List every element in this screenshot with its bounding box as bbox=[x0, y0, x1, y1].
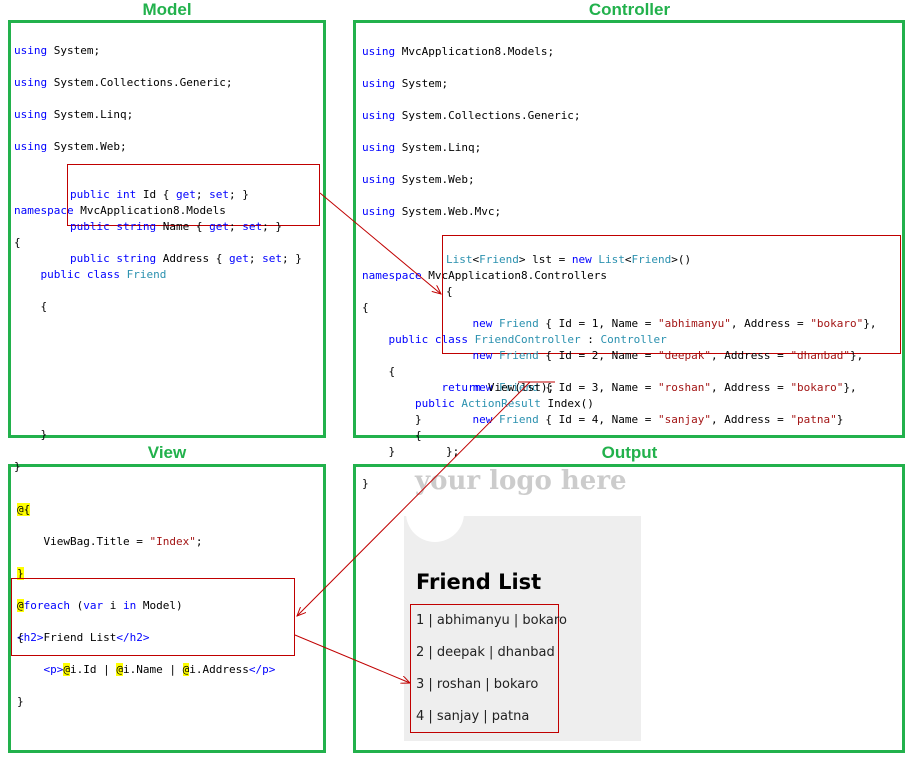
code-line: public string Name { get; set; } bbox=[70, 220, 282, 233]
code-line: using System.Web; bbox=[362, 173, 475, 186]
code-line: } bbox=[362, 445, 396, 458]
code-line: public string Address { get; set; } bbox=[70, 252, 302, 265]
code-line: using System; bbox=[362, 77, 449, 90]
output-heading: Friend List bbox=[416, 570, 542, 594]
code-line: @{ bbox=[17, 503, 31, 516]
code-line: @foreach (var i in Model) bbox=[17, 599, 183, 612]
code-line: <p>@i.Id | @i.Name | @i.Address</p> bbox=[43, 663, 276, 676]
code-line: } bbox=[14, 460, 21, 473]
output-logo-text: your logo here bbox=[415, 466, 627, 496]
code-line: using System.Linq; bbox=[362, 141, 482, 154]
code-line: List<Friend> lst = new List<Friend>() bbox=[446, 253, 692, 266]
code-line: using System.Collections.Generic; bbox=[14, 76, 233, 89]
code-line: return View(lst); bbox=[441, 381, 555, 394]
output-list-item: 2 | deepak | dhanbad bbox=[416, 645, 555, 660]
code-line: using System.Collections.Generic; bbox=[362, 109, 581, 122]
output-list-item: 4 | sanjay | patna bbox=[416, 709, 530, 724]
code-line: public int Id { get; set; } bbox=[70, 188, 249, 201]
code-line: new Friend { Id = 2, Name = "deepak", Ad… bbox=[472, 349, 864, 362]
code-line: } bbox=[362, 413, 422, 426]
controller-panel-title: Controller bbox=[588, 0, 671, 19]
output-list-item: 1 | abhimanyu | bokaro bbox=[416, 613, 567, 628]
code-line: } bbox=[17, 695, 24, 708]
code-line: new Friend { Id = 1, Name = "abhimanyu",… bbox=[472, 317, 877, 330]
model-properties-code: public int Id { get; set; } public strin… bbox=[70, 171, 302, 283]
code-line: { bbox=[14, 300, 48, 313]
view-foreach-code: @foreach (var i in Model) { <p>@i.Id | @… bbox=[17, 582, 275, 726]
code-line: using System.Linq; bbox=[14, 108, 134, 121]
code-line: { bbox=[17, 631, 24, 644]
code-line: using System; bbox=[14, 44, 101, 57]
code-line: { bbox=[446, 285, 453, 298]
model-panel-title: Model bbox=[142, 0, 192, 19]
code-line: using MvcApplication8.Models; bbox=[362, 45, 555, 58]
code-line: } bbox=[14, 428, 48, 441]
output-list-item: 3 | roshan | bokaro bbox=[416, 677, 539, 692]
code-line: using System.Web.Mvc; bbox=[362, 205, 502, 218]
code-line: ViewBag.Title = "Index"; bbox=[17, 535, 203, 548]
code-line: using System.Web; bbox=[14, 140, 127, 153]
